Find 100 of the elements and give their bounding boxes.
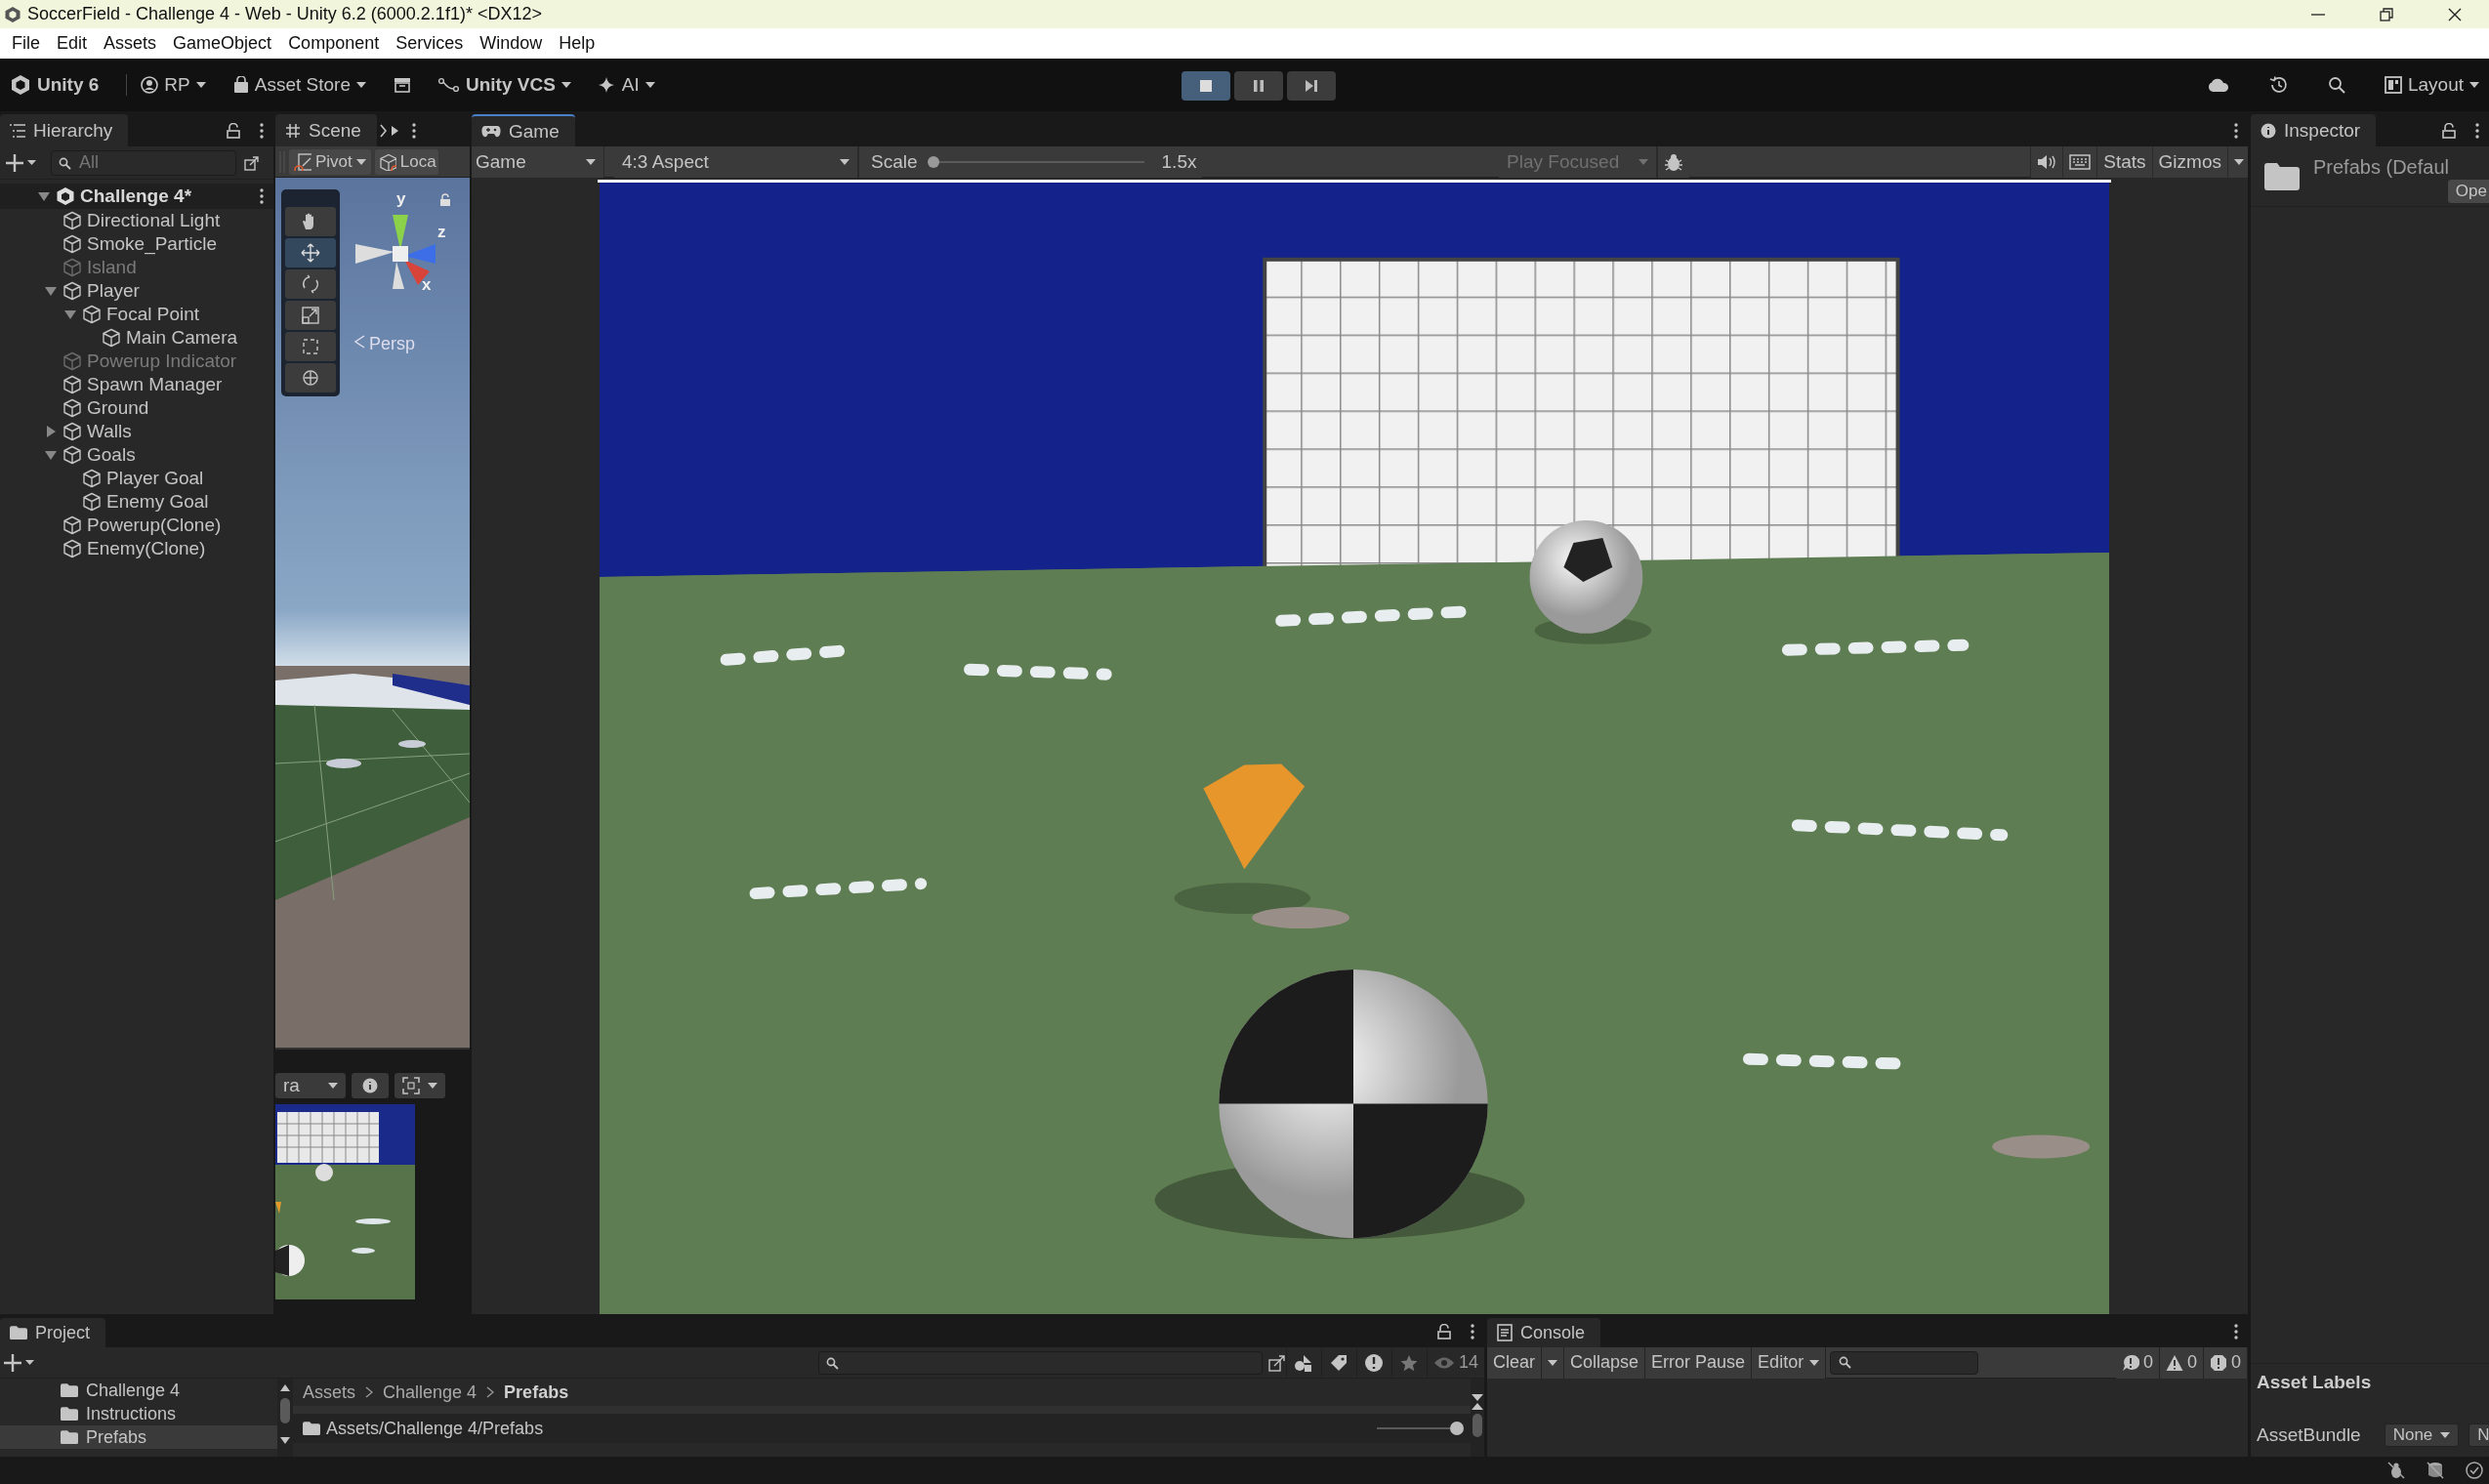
play-button[interactable]	[1182, 71, 1230, 101]
more-icon[interactable]	[2234, 1323, 2238, 1340]
scrollbar-thumb[interactable]	[1473, 1414, 1482, 1437]
folder-item[interactable]: Instructions	[86, 1403, 177, 1424]
bug-icon[interactable]	[1664, 151, 1684, 172]
menu-item[interactable]: Edit	[51, 33, 99, 54]
version-control-button[interactable]: Unity VCS	[438, 74, 571, 96]
breadcrumb[interactable]: Assets	[303, 1381, 356, 1403]
alert-icon[interactable]	[1364, 1352, 1385, 1373]
scrollbar-thumb[interactable]	[280, 1398, 290, 1423]
console-tab[interactable]: Console	[1487, 1318, 1601, 1347]
bug-icon[interactable]	[2387, 1462, 2405, 1479]
add-icon[interactable]	[6, 152, 37, 173]
archive-icon[interactable]	[394, 77, 411, 93]
hierarchy-item[interactable]: Spawn Manager	[87, 374, 223, 395]
info-button[interactable]	[352, 1073, 389, 1098]
expanded-arrow-icon[interactable]	[45, 285, 57, 297]
search-field[interactable]	[1830, 1350, 1979, 1375]
search-field[interactable]: All	[51, 149, 236, 176]
collapsed-arrow-icon[interactable]	[45, 426, 57, 437]
add-icon[interactable]	[4, 1352, 35, 1373]
step-button[interactable]	[1287, 71, 1336, 101]
history-icon[interactable]	[2268, 75, 2289, 95]
hand-tool-button[interactable]	[285, 207, 336, 236]
open-button[interactable]: Ope	[2447, 180, 2489, 203]
menu-item[interactable]: GameObject	[167, 33, 283, 54]
camera-dropdown[interactable]: ra	[275, 1073, 346, 1098]
error-pause-button[interactable]: Error Pause	[1645, 1346, 1753, 1379]
more-icon[interactable]	[2234, 122, 2238, 139]
gizmos-button[interactable]: Gizmos	[2151, 145, 2227, 178]
project-tab[interactable]: Project	[0, 1318, 106, 1347]
expand-icon[interactable]	[244, 154, 260, 171]
expanded-arrow-icon[interactable]	[38, 190, 50, 202]
asset-bundle-dropdown[interactable]: None	[2384, 1423, 2460, 1447]
breadcrumb[interactable]: Challenge 4	[383, 1381, 477, 1403]
hierarchy-item[interactable]: Ground	[87, 397, 149, 419]
hierarchy-item[interactable]: Enemy(Clone)	[87, 538, 206, 559]
filter-type-icon[interactable]	[1294, 1353, 1314, 1372]
check-circle-icon[interactable]	[2466, 1462, 2483, 1479]
pause-button[interactable]	[1234, 71, 1283, 101]
search-field[interactable]	[817, 1350, 1263, 1375]
folder-item[interactable]: Challenge 4	[86, 1380, 181, 1401]
hierarchy-tab[interactable]: Hierarchy	[0, 114, 129, 146]
hierarchy-item[interactable]: Player Goal	[106, 468, 204, 489]
menu-item[interactable]: File	[6, 33, 51, 54]
hierarchy-item[interactable]: Goals	[87, 444, 136, 466]
star-icon[interactable]	[1400, 1353, 1419, 1372]
hierarchy-item[interactable]: Smoke_Particle	[87, 233, 218, 255]
hierarchy-item[interactable]: Focal Point	[106, 304, 200, 325]
more-icon[interactable]	[260, 188, 264, 204]
account-button[interactable]: Unity 6	[10, 74, 100, 96]
local-button[interactable]: Loca	[374, 148, 438, 175]
hierarchy-item[interactable]: Enemy Goal	[106, 491, 209, 513]
frame-button[interactable]	[394, 1073, 445, 1098]
expanded-arrow-icon[interactable]	[64, 309, 76, 320]
menu-item[interactable]: Component	[282, 33, 391, 54]
menu-item[interactable]: Help	[553, 33, 606, 54]
display-dropdown[interactable]: Game	[472, 145, 604, 178]
more-icon[interactable]	[2475, 122, 2479, 139]
more-icon[interactable]	[1471, 1323, 1474, 1340]
aspect-dropdown[interactable]: 4:3 Aspect	[614, 145, 858, 178]
scene-tab[interactable]: Scene	[275, 114, 377, 146]
more-icon[interactable]	[260, 122, 264, 139]
speaker-icon[interactable]	[2037, 153, 2057, 170]
stats-button[interactable]: Stats	[2096, 145, 2152, 178]
menu-item[interactable]: Services	[390, 33, 475, 54]
variant-dropdown[interactable]: N	[2468, 1423, 2489, 1447]
lock-icon[interactable]	[227, 122, 240, 139]
hierarchy-item[interactable]: Powerup(Clone)	[87, 515, 222, 536]
transform-tool-button[interactable]	[285, 363, 336, 392]
menu-item[interactable]: Window	[474, 33, 554, 54]
keyboard-icon[interactable]	[2069, 153, 2092, 170]
ai-button[interactable]: AI	[598, 74, 655, 96]
more-icon[interactable]	[411, 122, 416, 139]
expanded-arrow-icon[interactable]	[45, 449, 57, 461]
hierarchy-item[interactable]: Main Camera	[126, 327, 238, 349]
expand-icon[interactable]	[1267, 1353, 1286, 1372]
icon-size-slider[interactable]	[1377, 1422, 1461, 1435]
rotate-tool-button[interactable]	[285, 269, 336, 299]
breadcrumb[interactable]: Prefabs	[504, 1381, 569, 1403]
asset-store-button[interactable]: Asset Store	[232, 74, 366, 96]
collapse-button[interactable]: Collapse	[1564, 1346, 1646, 1379]
tag-icon[interactable]	[1330, 1353, 1348, 1372]
search-icon[interactable]	[2327, 76, 2345, 94]
clear-options-button[interactable]	[1542, 1346, 1564, 1379]
database-icon[interactable]	[2427, 1462, 2444, 1479]
lock-icon[interactable]	[1437, 1323, 1451, 1340]
more-tabs-icon[interactable]	[378, 122, 400, 139]
clear-button[interactable]: Clear	[1487, 1346, 1542, 1379]
hierarchy-item[interactable]: Player	[87, 280, 140, 302]
move-tool-button[interactable]	[285, 238, 336, 268]
scale-slider[interactable]	[929, 155, 1144, 168]
menu-item[interactable]: Assets	[98, 33, 168, 54]
layout-button[interactable]: Layout	[2384, 74, 2479, 96]
rp-button[interactable]: RP	[141, 74, 206, 96]
hierarchy-item[interactable]: Walls	[87, 421, 132, 442]
rect-tool-button[interactable]	[285, 332, 336, 361]
pivot-button[interactable]: Pivot	[289, 148, 371, 175]
lock-icon[interactable]	[2442, 122, 2456, 139]
info-count-button[interactable]: 0	[2115, 1346, 2160, 1379]
